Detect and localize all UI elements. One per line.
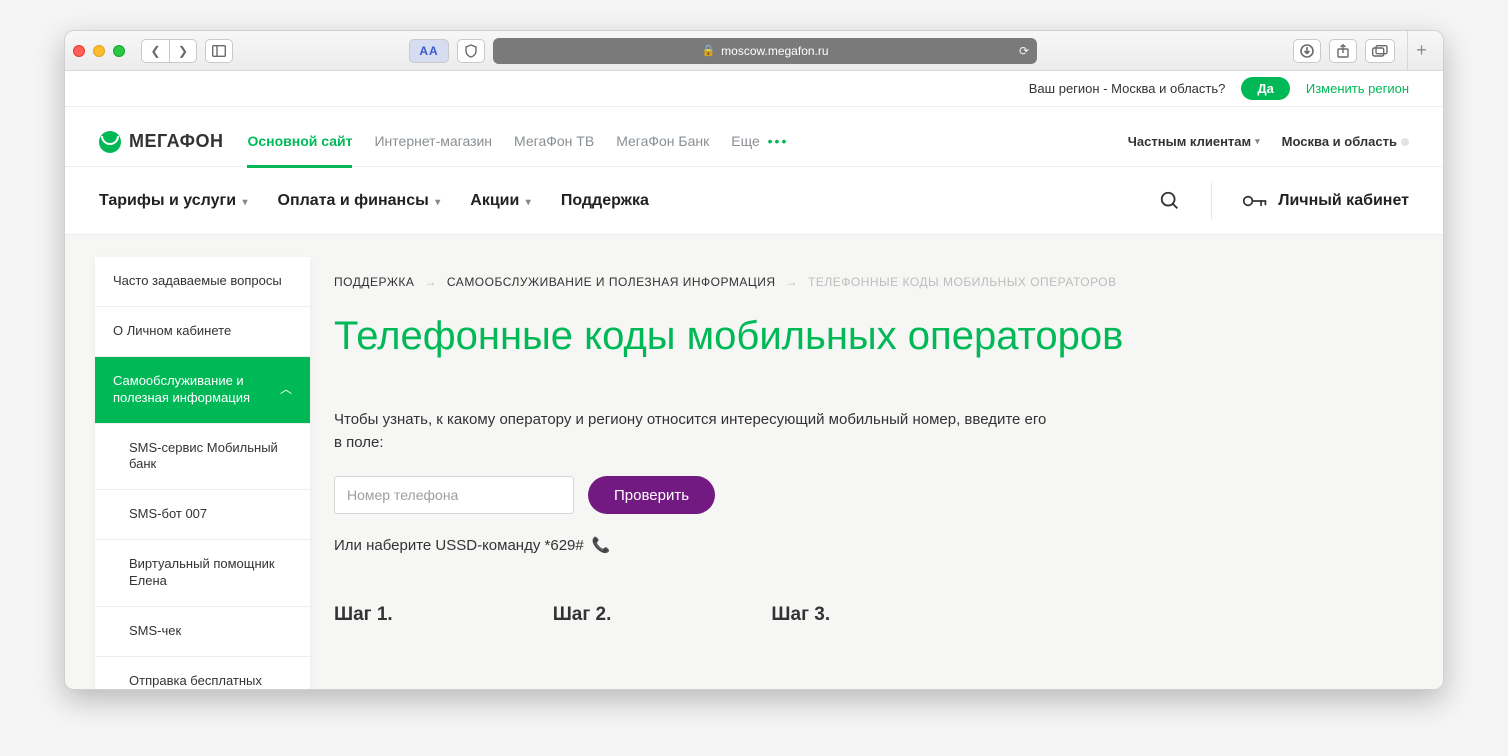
nav-support[interactable]: Поддержка xyxy=(561,192,649,210)
top-right-controls: Частным клиентам▾ Москва и область xyxy=(1128,134,1409,149)
lock-icon: 🔒 xyxy=(701,44,715,57)
new-tab-button[interactable]: + xyxy=(1407,31,1435,70)
minimize-window-button[interactable] xyxy=(93,45,105,57)
check-button[interactable]: Проверить xyxy=(588,476,715,514)
sidebar-item-elena[interactable]: Виртуальный помощник Елена xyxy=(95,540,310,607)
reader-aa-button[interactable]: AA xyxy=(409,39,449,63)
region-bar: Ваш регион - Москва и область? Да Измени… xyxy=(65,71,1443,107)
sidebar-item-lk[interactable]: О Личном кабинете xyxy=(95,307,310,357)
nav-back-forward: ❮ ❯ xyxy=(141,39,197,63)
breadcrumb: ПОДДЕРЖКА → САМООБСЛУЖИВАНИЕ И ПОЛЕЗНАЯ … xyxy=(334,275,1413,289)
sidebar-item-sms-bot[interactable]: SMS-бот 007 xyxy=(95,490,310,540)
site-tab-shop[interactable]: Интернет-магазин xyxy=(374,115,492,168)
nav-tariffs[interactable]: Тарифы и услуги ▾ xyxy=(99,192,248,210)
logo-text: МЕГАФОН xyxy=(129,131,223,152)
personal-cabinet-link[interactable]: Личный кабинет xyxy=(1242,192,1409,210)
sidebar-item-free-sms[interactable]: Отправка бесплатных SMS xyxy=(95,657,310,689)
reload-icon[interactable]: ⟳ xyxy=(1019,44,1029,58)
site-tab-bank[interactable]: МегаФон Банк xyxy=(616,115,709,168)
region-yes-button[interactable]: Да xyxy=(1241,77,1290,100)
sidebar-item-sms-check[interactable]: SMS-чек xyxy=(95,607,310,657)
page-viewport: Ваш регион - Москва и область? Да Измени… xyxy=(65,71,1443,689)
chevron-up-icon: ︿ xyxy=(280,382,292,398)
clients-dropdown[interactable]: Частным клиентам▾ xyxy=(1128,134,1260,149)
back-button[interactable]: ❮ xyxy=(141,39,169,63)
sidebar-item-sms-bank[interactable]: SMS-сервис Мобильный банк xyxy=(95,424,310,491)
logo[interactable]: МЕГАФОН xyxy=(99,131,223,153)
page-title: Телефонные коды мобильных операторов xyxy=(334,313,1413,359)
crumb-current: ТЕЛЕФОННЫЕ КОДЫ МОБИЛЬНЫХ ОПЕРАТОРОВ xyxy=(808,275,1117,289)
step-1-label: Шаг 1. xyxy=(334,604,393,626)
phone-icon: 📞 xyxy=(592,537,611,554)
site-top-nav: МЕГАФОН Основной сайт Интернет-магазин М… xyxy=(65,107,1443,167)
share-button[interactable] xyxy=(1329,39,1357,63)
address-url: moscow.megafon.ru xyxy=(721,44,828,58)
step-3-label: Шаг 3. xyxy=(771,604,830,626)
maximize-window-button[interactable] xyxy=(113,45,125,57)
sidebar-item-selfservice[interactable]: Самообслуживание и полезная информация ︿ xyxy=(95,357,310,424)
sidebar-toggle-button[interactable] xyxy=(205,39,233,63)
crumb-sep-icon: → xyxy=(786,275,799,289)
step-2-label: Шаг 2. xyxy=(553,604,612,626)
region-selector[interactable]: Москва и область xyxy=(1282,134,1409,149)
forward-button[interactable]: ❯ xyxy=(169,39,197,63)
ussd-hint: Или наберите USSD-команду *629# 📞 xyxy=(334,536,1413,554)
region-change-link[interactable]: Изменить регион xyxy=(1306,81,1409,96)
search-button[interactable] xyxy=(1159,190,1181,212)
intro-text: Чтобы узнать, к какому оператору и регио… xyxy=(334,409,1054,454)
site-tab-main[interactable]: Основной сайт xyxy=(247,115,352,168)
main-nav: Тарифы и услуги ▾ Оплата и финансы ▾ Акц… xyxy=(65,167,1443,235)
crumb-selfservice[interactable]: САМООБСЛУЖИВАНИЕ И ПОЛЕЗНАЯ ИНФОРМАЦИЯ xyxy=(447,275,776,289)
sidebar-item-faq[interactable]: Часто задаваемые вопросы xyxy=(95,257,310,307)
address-bar[interactable]: 🔒 moscow.megafon.ru ⟳ xyxy=(493,38,1037,64)
downloads-button[interactable] xyxy=(1293,39,1321,63)
content: ПОДДЕРЖКА → САМООБСЛУЖИВАНИЕ И ПОЛЕЗНАЯ … xyxy=(334,257,1413,689)
sidebar: Часто задаваемые вопросы О Личном кабине… xyxy=(95,257,310,689)
tabs-button[interactable] xyxy=(1365,39,1395,63)
site-tab-more[interactable]: Еще ••• xyxy=(731,115,788,168)
phone-input[interactable] xyxy=(334,476,574,514)
page-body: Часто задаваемые вопросы О Личном кабине… xyxy=(65,235,1443,689)
browser-window: ❮ ❯ AA 🔒 moscow.megafon.ru ⟳ xyxy=(64,30,1444,690)
nav-promo[interactable]: Акции ▾ xyxy=(470,192,531,210)
close-window-button[interactable] xyxy=(73,45,85,57)
nav-payment[interactable]: Оплата и финансы ▾ xyxy=(278,192,441,210)
logo-icon xyxy=(99,131,121,153)
crumb-support[interactable]: ПОДДЕРЖКА xyxy=(334,275,414,289)
divider xyxy=(1211,183,1212,219)
browser-titlebar: ❮ ❯ AA 🔒 moscow.megafon.ru ⟳ xyxy=(65,31,1443,71)
site-tab-tv[interactable]: МегаФон ТВ xyxy=(514,115,594,168)
window-controls xyxy=(73,45,125,57)
crumb-sep-icon: → xyxy=(424,275,437,289)
check-form: Проверить xyxy=(334,476,1413,514)
site-tabs: Основной сайт Интернет-магазин МегаФон Т… xyxy=(247,115,788,168)
region-question: Ваш регион - Москва и область? xyxy=(1029,81,1226,96)
steps-row: Шаг 1. Шаг 2. Шаг 3. xyxy=(334,604,1413,626)
privacy-report-button[interactable] xyxy=(457,39,485,63)
